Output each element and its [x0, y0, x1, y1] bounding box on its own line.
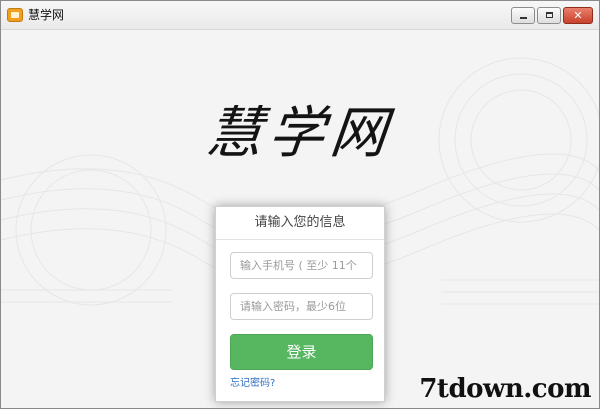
maximize-icon	[546, 12, 553, 18]
login-button[interactable]: 登录	[230, 334, 373, 370]
title-bar[interactable]: 慧学网 ✕	[1, 1, 599, 30]
login-card-title: 请输入您的信息	[216, 207, 384, 240]
minimize-button[interactable]	[511, 7, 535, 24]
watermark: 7tdown.com	[419, 374, 591, 404]
password-input[interactable]	[230, 293, 373, 320]
app-window: 慧学网 ✕ 慧学网 请输入您的信息 输入手机号 (至少 11个 登录 忘记密码…	[0, 0, 600, 409]
main-content: 慧学网 请输入您的信息 登录 忘记密码? 7tdown.com	[1, 30, 599, 408]
minimize-icon	[520, 17, 527, 19]
login-card: 请输入您的信息 登录 忘记密码?	[215, 206, 385, 402]
close-button[interactable]: ✕	[563, 7, 593, 24]
forgot-password-link[interactable]: 忘记密码?	[230, 374, 275, 389]
maximize-button[interactable]	[537, 7, 561, 24]
brand-logo-text: 慧学网	[203, 101, 396, 166]
phone-input[interactable]	[230, 252, 373, 279]
window-title: 慧学网	[28, 8, 65, 22]
window-controls: ✕	[511, 7, 593, 24]
app-logo-icon	[7, 8, 23, 22]
close-icon: ✕	[573, 9, 583, 22]
